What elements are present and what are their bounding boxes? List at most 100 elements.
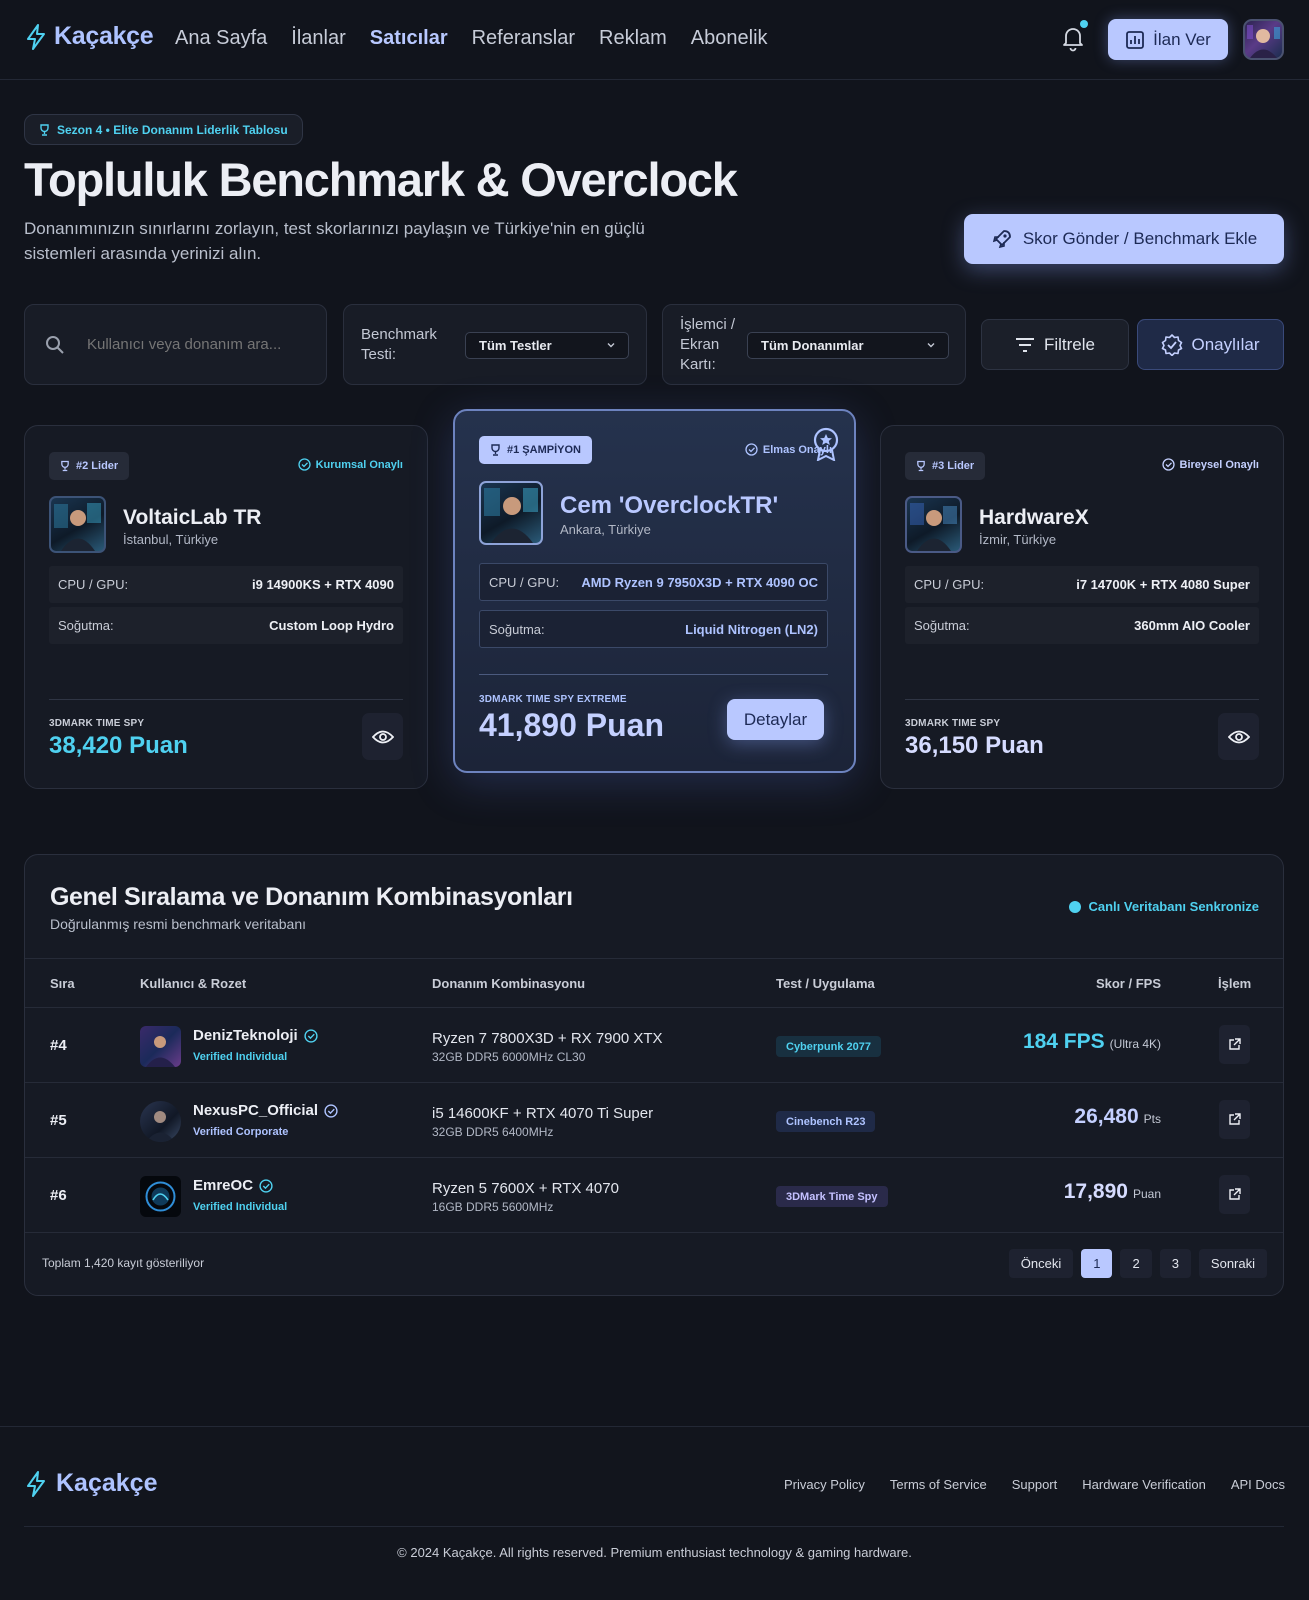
pagination: Önceki 1 2 3 Sonraki <box>1008 1249 1267 1278</box>
footer-brand[interactable]: Kaçakçe <box>26 1469 157 1498</box>
brand-name: Kaçakçe <box>54 22 154 50</box>
open-row-button[interactable] <box>1219 1175 1250 1214</box>
leader-avatar <box>479 481 543 545</box>
leader-card-3[interactable]: #3 Lider Bireysel Onaylı HardwareX İzmir… <box>880 425 1284 789</box>
spec-value: i7 14700K + RTX 4080 Super <box>1076 577 1250 592</box>
award-icon <box>813 427 839 461</box>
hardware-filter: İşlemci / Ekran Kartı: Tüm Donanımlar <box>662 304 966 385</box>
verified-check-icon <box>259 1178 273 1193</box>
verification-tag: Bireysel Onaylı <box>1161 458 1259 471</box>
open-row-button[interactable] <box>1219 1025 1250 1064</box>
row-user[interactable]: NexusPC_Official <box>193 1102 338 1119</box>
chart-icon <box>1126 30 1145 49</box>
view-details-button[interactable] <box>362 713 403 760</box>
row-avatar <box>140 1176 181 1217</box>
record-count: Toplam 1,420 kayıt gösteriliyor <box>42 1256 205 1270</box>
footer-link-terms[interactable]: Terms of Service <box>890 1477 987 1492</box>
row-memory: 32GB DDR5 6000MHz CL30 <box>432 1050 586 1064</box>
row-score: 184 FPS (Ultra 4K) <box>1023 1030 1161 1054</box>
external-link-icon <box>1229 1188 1241 1200</box>
row-test-tag: Cyberpunk 2077 <box>776 1036 881 1057</box>
nav-link-listings[interactable]: İlanlar <box>291 27 345 50</box>
sync-dot <box>1068 900 1081 913</box>
footer-divider <box>24 1526 1284 1527</box>
cooling-row: Soğutma: Liquid Nitrogen (LN2) <box>479 610 828 648</box>
submit-score-button[interactable]: Skor Gönder / Benchmark Ekle <box>964 214 1284 264</box>
brand-logo[interactable]: Kaçakçe <box>26 22 154 51</box>
leader-name: Cem 'OverclockTR' <box>560 492 779 519</box>
rank-text: #1 ŞAMPİYON <box>507 444 581 456</box>
row-user[interactable]: EmreOC <box>193 1177 273 1194</box>
bell-icon[interactable] <box>1060 24 1086 52</box>
page-prev-button[interactable]: Önceki <box>1008 1249 1074 1278</box>
spec-value: AMD Ryzen 9 7950X3D + RTX 4090 OC <box>581 574 818 590</box>
bolt-icon <box>27 23 45 50</box>
benchmark-select[interactable]: Tüm Testler <box>465 332 629 359</box>
page-1-button[interactable]: 1 <box>1081 1249 1113 1278</box>
col-action: İşlem <box>1218 976 1252 991</box>
ranking-title: Genel Sıralama ve Donanım Kombinasyonlar… <box>50 883 573 911</box>
row-user[interactable]: DenizTeknoloji <box>193 1027 318 1044</box>
view-details-button[interactable] <box>1218 713 1259 760</box>
rank-badge: #3 Lider <box>905 452 986 480</box>
table-row[interactable]: #6 EmreOC Verified Individual Ryzen 5 76… <box>25 1158 1283 1233</box>
nav-link-references[interactable]: Referanslar <box>472 27 575 50</box>
trophy-icon <box>61 460 69 472</box>
benchmark-select-value: Tüm Testler <box>479 338 552 353</box>
col-hardware: Donanım Kombinasyonu <box>432 976 586 991</box>
user-avatar[interactable] <box>1243 19 1284 60</box>
spec-key: Soğutma: <box>914 618 970 633</box>
spec-key: CPU / GPU: <box>489 574 560 590</box>
filter-button[interactable]: Filtrele <box>981 319 1129 370</box>
table-row[interactable]: #4 DenizTeknoloji Verified Individual Ry… <box>25 1008 1283 1083</box>
ranking-subtitle: Doğrulanmış resmi benchmark veritabanı <box>50 916 306 932</box>
footer-link-api-docs[interactable]: API Docs <box>1231 1477 1285 1492</box>
ranking-panel: Genel Sıralama ve Donanım Kombinasyonlar… <box>24 854 1284 1296</box>
nav-link-home[interactable]: Ana Sayfa <box>175 27 267 50</box>
post-listing-label: İlan Ver <box>1153 29 1211 49</box>
footer-link-hw-verification[interactable]: Hardware Verification <box>1082 1477 1206 1492</box>
search-input[interactable] <box>87 336 307 353</box>
table-row[interactable]: #5 NexusPC_Official Verified Corporate i… <box>25 1083 1283 1158</box>
footer-link-privacy[interactable]: Privacy Policy <box>784 1477 865 1492</box>
nav-link-sellers[interactable]: Satıcılar <box>370 27 448 50</box>
hw-label-1: İşlemci / <box>680 316 736 333</box>
details-button[interactable]: Detaylar <box>727 699 824 740</box>
verified-only-button[interactable]: Onaylılar <box>1137 319 1284 370</box>
row-memory: 16GB DDR5 5600MHz <box>432 1200 554 1214</box>
footer-link-support[interactable]: Support <box>1012 1477 1058 1492</box>
avatar-image <box>484 488 538 543</box>
row-score: 17,890 Puan <box>1064 1180 1161 1204</box>
divider <box>905 699 1259 700</box>
avatar-image <box>1247 25 1280 58</box>
footer-brand-name: Kaçakçe <box>56 1469 158 1497</box>
sync-status: Canlı Veritabanı Senkronize <box>1068 899 1259 914</box>
page-2-button[interactable]: 2 <box>1120 1249 1152 1278</box>
eye-icon <box>371 730 394 743</box>
leader-name: HardwareX <box>979 506 1089 529</box>
page-3-button[interactable]: 3 <box>1159 1249 1191 1278</box>
avatar-image <box>910 503 957 551</box>
hardware-select[interactable]: Tüm Donanımlar <box>747 332 949 359</box>
benchmark-label-2: Testi: <box>361 346 397 363</box>
verified-badge-icon <box>1162 333 1183 356</box>
page-next-button[interactable]: Sonraki <box>1198 1249 1267 1278</box>
leader-card-2[interactable]: #2 Lider Kurumsal Onaylı VoltaicLab TR İ… <box>24 425 428 789</box>
nav-link-ads[interactable]: Reklam <box>599 27 667 50</box>
row-hardware: Ryzen 5 7600X + RTX 4070 <box>432 1180 619 1197</box>
row-avatar <box>140 1101 181 1142</box>
search-box[interactable] <box>24 304 327 385</box>
score-number: 17,890 <box>1063 1180 1128 1203</box>
row-badge: Verified Corporate <box>193 1126 289 1138</box>
open-row-button[interactable] <box>1219 1100 1250 1139</box>
spec-key: Soğutma: <box>489 621 545 637</box>
nav-link-subscription[interactable]: Abonelik <box>691 27 768 50</box>
row-badge: Verified Individual <box>193 1051 288 1063</box>
check-circle-icon <box>745 443 758 456</box>
external-link-icon <box>1229 1038 1241 1050</box>
verification-text: Kurumsal Onaylı <box>315 458 403 471</box>
leader-card-1[interactable]: #1 ŞAMPİYON Elmas Onaylı Cem 'OverclockT… <box>453 409 856 773</box>
avatar-image <box>54 503 101 551</box>
post-listing-button[interactable]: İlan Ver <box>1108 19 1228 60</box>
leader-location: İstanbul, Türkiye <box>123 532 219 547</box>
